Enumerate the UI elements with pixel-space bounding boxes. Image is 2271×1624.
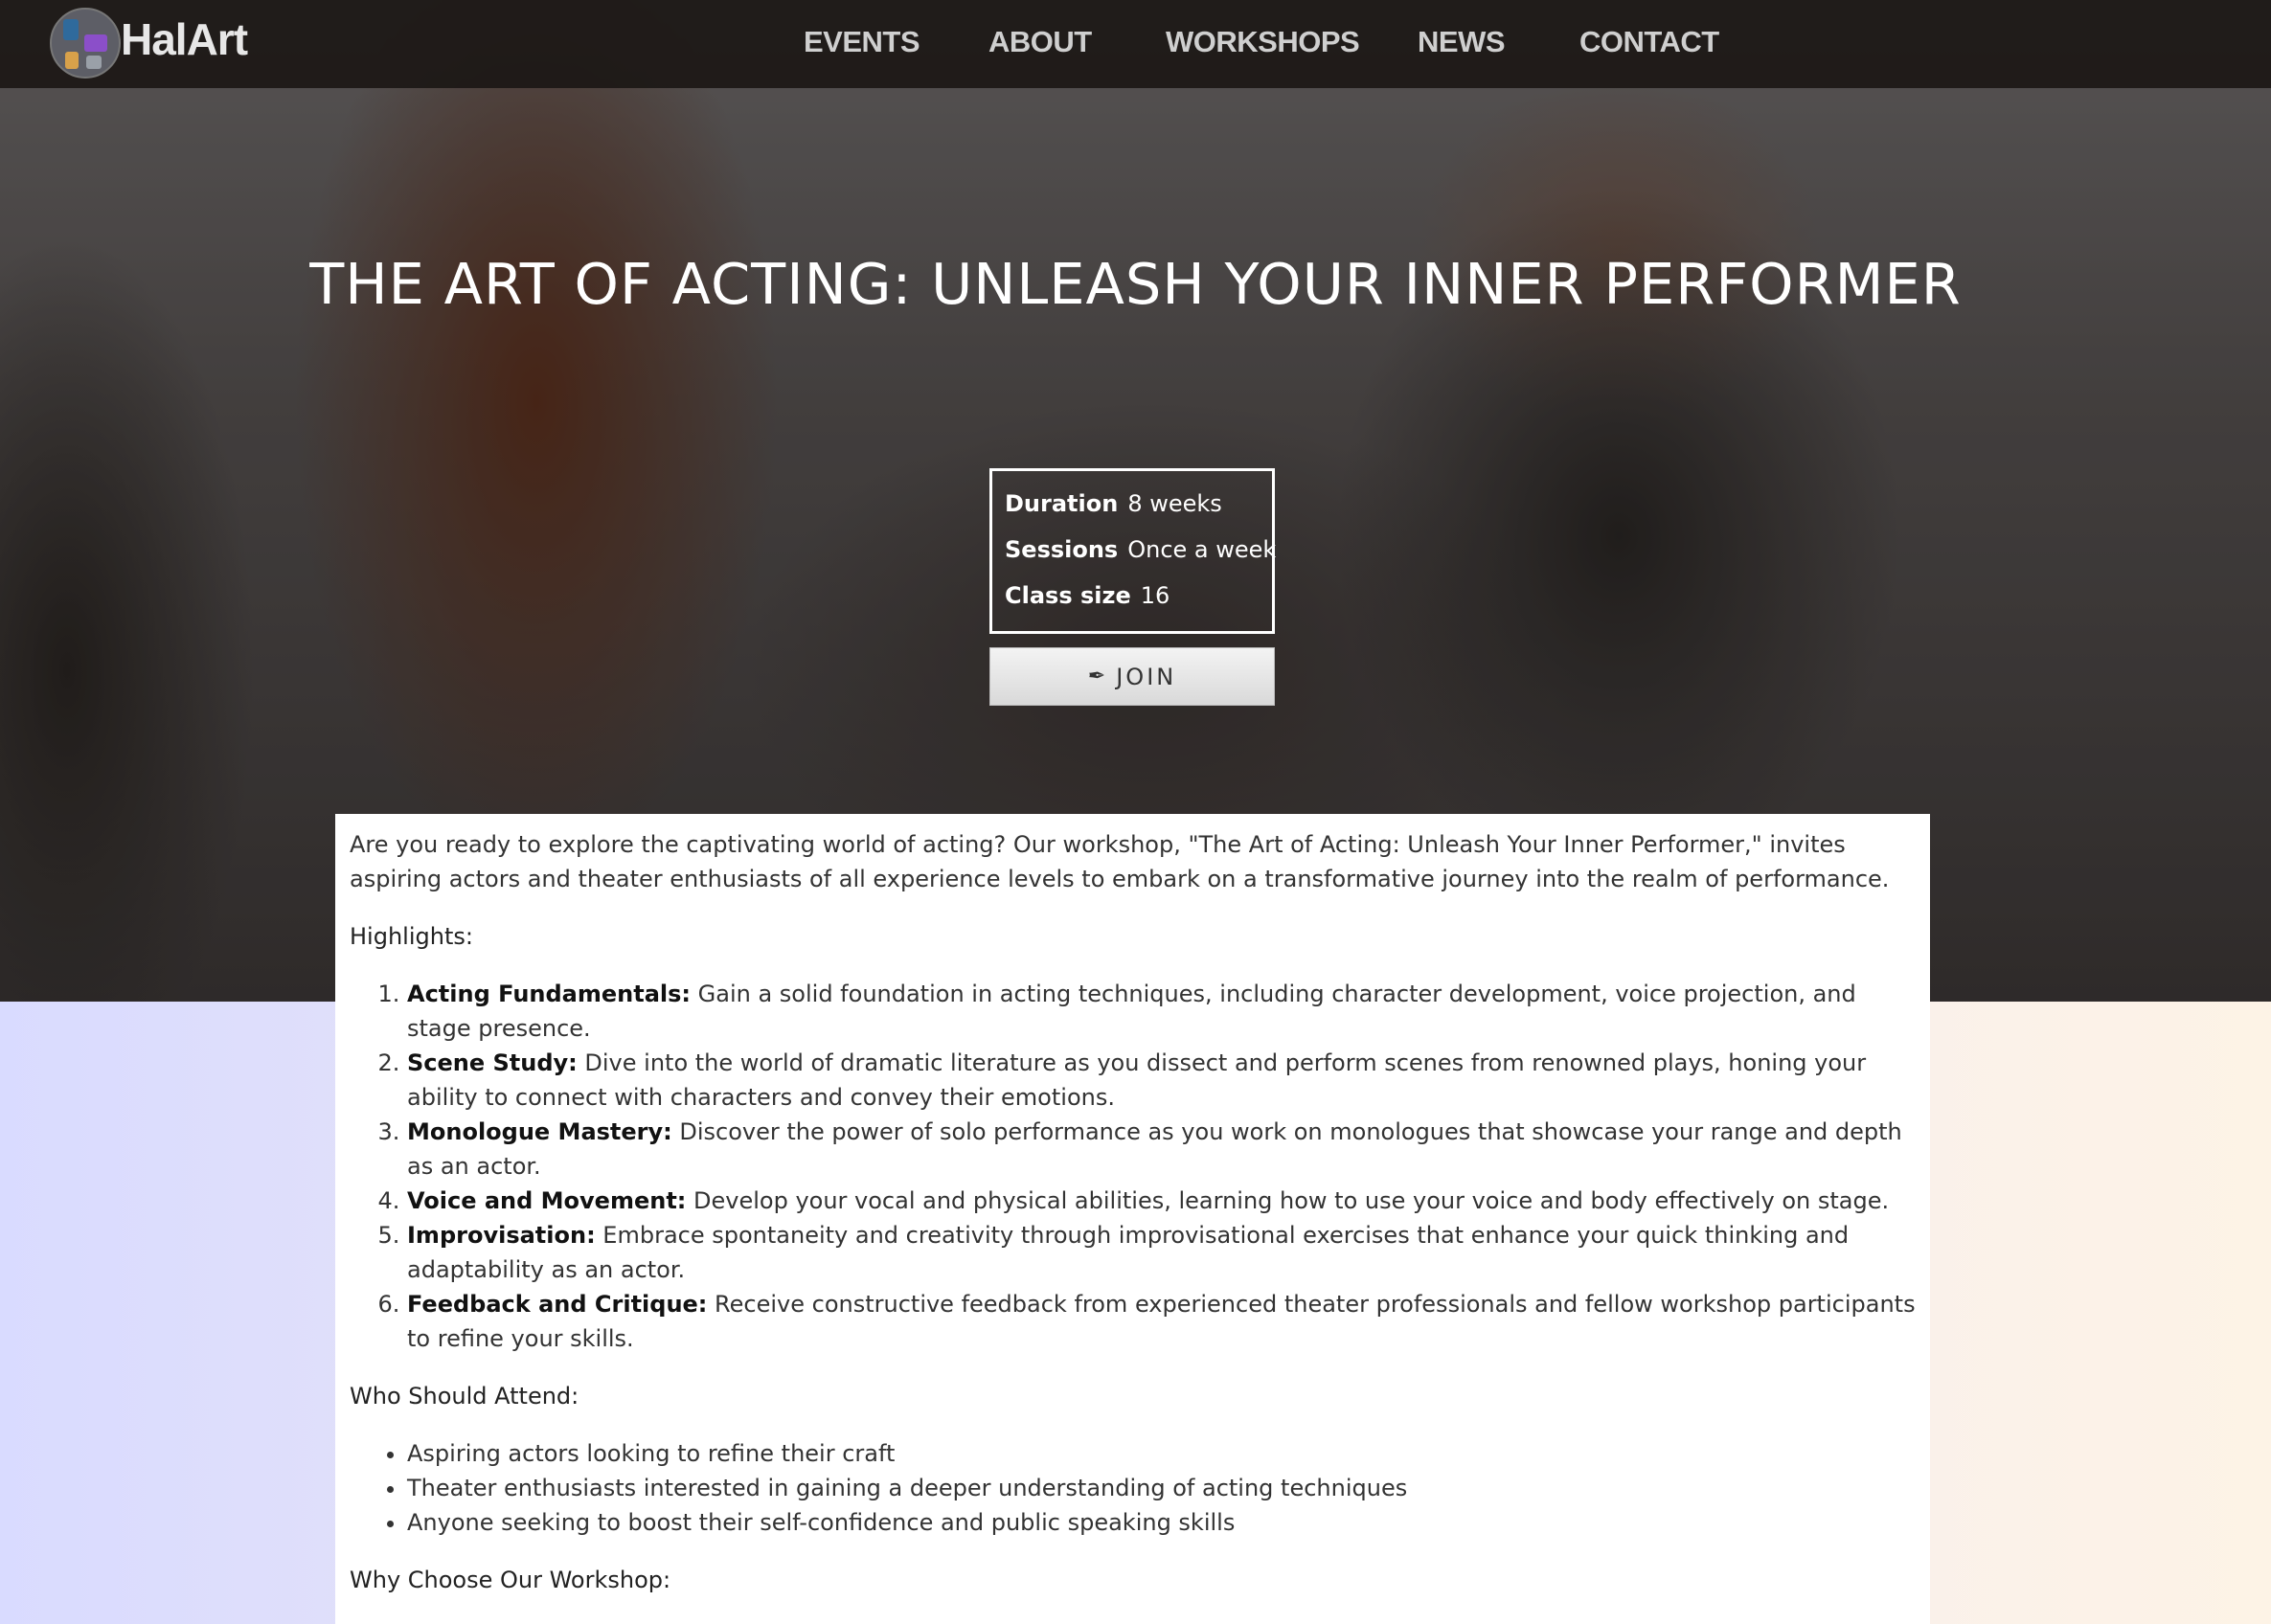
list-item: Anyone seeking to boost their self-confi… — [407, 1505, 1917, 1540]
detail-value: Once a week — [1127, 536, 1277, 563]
nav-news[interactable]: NEWS — [1418, 25, 1506, 59]
join-button[interactable]: ✒ JOIN — [989, 647, 1275, 706]
highlight-title: Feedback and Critique: — [407, 1291, 708, 1318]
nav-events[interactable]: EVENTS — [804, 25, 920, 59]
list-item: Improvisation: Embrace spontaneity and c… — [407, 1218, 1917, 1287]
feather-icon: ✒ — [1087, 665, 1109, 688]
highlight-title: Improvisation: — [407, 1222, 596, 1249]
list-item: Voice and Movement: Develop your vocal a… — [407, 1184, 1917, 1218]
detail-value: 8 weeks — [1127, 490, 1222, 517]
detail-class-size: Class size 16 — [1005, 582, 1272, 628]
detail-value: 16 — [1140, 582, 1170, 609]
detail-sessions: Sessions Once a week — [1005, 536, 1276, 582]
detail-label: Duration — [1005, 490, 1119, 517]
logo-icon[interactable] — [50, 8, 121, 79]
detail-label: Sessions — [1005, 536, 1119, 563]
workshop-description: Are you ready to explore the captivating… — [335, 814, 1930, 1624]
highlight-text: Dive into the world of dramatic literatu… — [407, 1049, 1867, 1111]
nav-about[interactable]: ABOUT — [988, 25, 1092, 59]
list-item: Aspiring actors looking to refine their … — [407, 1436, 1917, 1471]
why-heading: Why Choose Our Workshop: — [350, 1567, 671, 1593]
list-item: Monologue Mastery: Discover the power of… — [407, 1115, 1917, 1184]
highlight-title: Monologue Mastery: — [407, 1118, 672, 1145]
highlight-text: Develop your vocal and physical abilitie… — [686, 1187, 1890, 1214]
highlight-title: Acting Fundamentals: — [407, 981, 692, 1007]
list-item: Feedback and Critique: Receive construct… — [407, 1287, 1917, 1356]
attendees-list: Aspiring actors looking to refine their … — [350, 1436, 1917, 1540]
detail-duration: Duration 8 weeks — [1005, 490, 1272, 536]
workshop-title: THE ART OF ACTING: UNLEASH YOUR INNER PE… — [309, 251, 1962, 317]
highlight-text: Embrace spontaneity and creativity throu… — [407, 1222, 1850, 1283]
workshop-details-box: Duration 8 weeks Sessions Once a week Clas… — [989, 468, 1276, 634]
highlights-heading: Highlights: — [350, 923, 473, 950]
join-button-label: JOIN — [1116, 663, 1177, 690]
list-item: Scene Study: Dive into the world of dram… — [407, 1046, 1917, 1115]
list-item: Acting Fundamentals: Gain a solid founda… — [407, 977, 1917, 1046]
top-navigation-bar: HalArt EVENTS ABOUT WORKSHOPS NEWS CONTA… — [0, 0, 2271, 88]
brand-name[interactable]: HalArt — [121, 13, 248, 65]
nav-contact[interactable]: CONTACT — [1579, 25, 1719, 59]
list-item: Theater enthusiasts interested in gainin… — [407, 1471, 1917, 1505]
attend-heading: Who Should Attend: — [350, 1383, 579, 1410]
highlight-title: Scene Study: — [407, 1049, 578, 1076]
highlight-title: Voice and Movement: — [407, 1187, 687, 1214]
intro-paragraph: Are you ready to explore the captivating… — [350, 831, 1890, 892]
highlights-list: Acting Fundamentals: Gain a solid founda… — [350, 977, 1917, 1356]
detail-label: Class size — [1005, 582, 1131, 609]
nav-workshops[interactable]: WORKSHOPS — [1166, 25, 1360, 59]
